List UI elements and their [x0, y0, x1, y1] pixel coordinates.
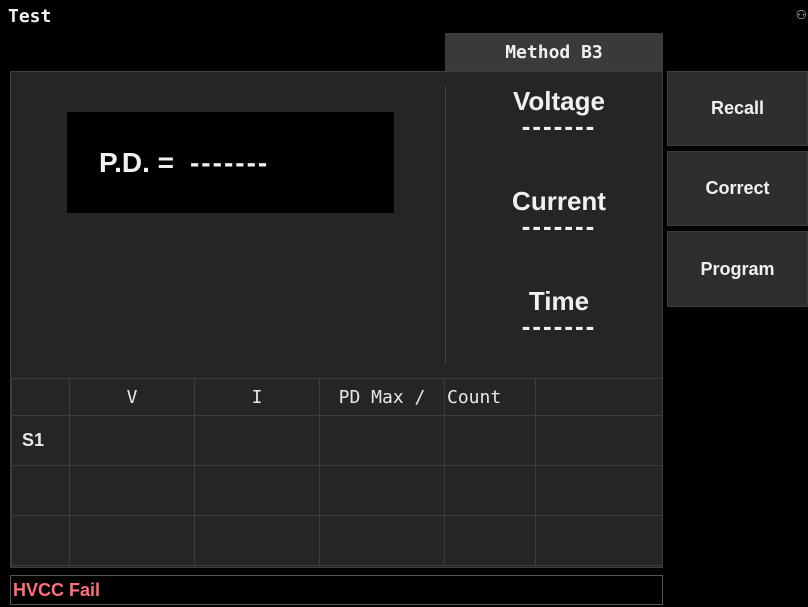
table-header: PD Max /	[319, 378, 445, 416]
table-cell	[444, 465, 536, 516]
table-cell	[319, 465, 445, 516]
table-cell	[69, 515, 195, 566]
app-title: Test	[8, 6, 52, 27]
table-header-row: V I PD Max / Count	[11, 378, 663, 416]
table-row: S1	[11, 415, 663, 466]
table-header: Count	[444, 378, 536, 416]
table-cell	[69, 415, 195, 466]
table-cell	[535, 415, 663, 466]
method-tab-label: Method B3	[505, 41, 603, 63]
table-cell	[535, 515, 663, 566]
usb-icon: ⚇	[796, 4, 806, 23]
program-button[interactable]: Program	[667, 231, 808, 307]
table-row	[11, 465, 663, 516]
current-value: -------	[521, 211, 597, 241]
table-cell	[11, 465, 70, 516]
table-header: V	[69, 378, 195, 416]
table-cell	[194, 515, 320, 566]
current-readout: Current -------	[459, 186, 659, 241]
table-cell: S1	[11, 415, 70, 466]
method-tab[interactable]: Method B3	[445, 33, 663, 71]
table-cell	[319, 515, 445, 566]
recall-button[interactable]: Recall	[667, 71, 808, 146]
table-cell	[194, 415, 320, 466]
table-header	[11, 378, 70, 416]
time-value: -------	[521, 311, 597, 341]
table-cell	[444, 415, 536, 466]
status-bar: HVCC Fail	[10, 575, 663, 605]
table-cell	[69, 465, 195, 516]
table-cell	[535, 465, 663, 516]
pd-value: -------	[189, 146, 270, 178]
voltage-readout: Voltage -------	[459, 86, 659, 141]
pd-label: P.D. =	[99, 146, 174, 178]
table-cell	[444, 515, 536, 566]
table-header: I	[194, 378, 320, 416]
time-readout: Time -------	[459, 286, 659, 341]
table-header	[535, 378, 663, 416]
divider	[445, 86, 446, 364]
table-cell	[11, 515, 70, 566]
status-message: HVCC Fail	[13, 579, 101, 600]
table-cell	[319, 415, 445, 466]
main-panel: P.D. = ------- Voltage ------- Current -…	[10, 71, 663, 568]
results-table: V I PD Max / Count S1	[11, 378, 663, 566]
table-cell	[194, 465, 320, 516]
correct-button[interactable]: Correct	[667, 151, 808, 226]
table-row	[11, 515, 663, 566]
pd-display: P.D. = -------	[67, 112, 394, 213]
voltage-value: -------	[521, 111, 597, 141]
